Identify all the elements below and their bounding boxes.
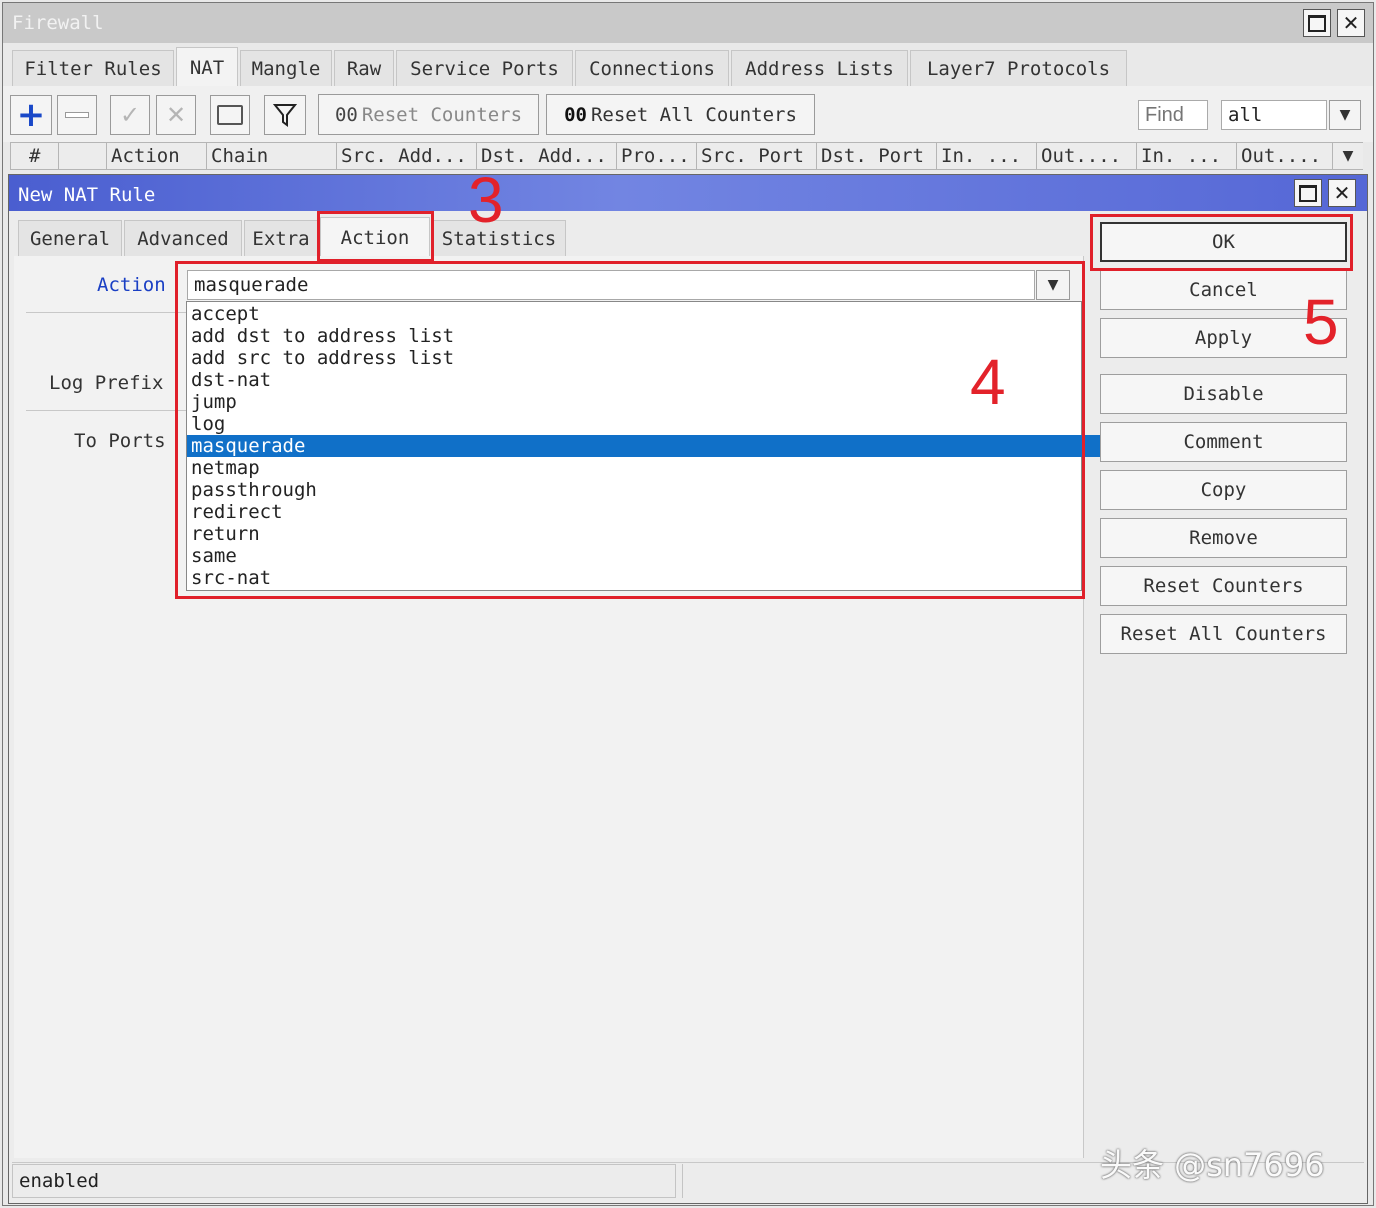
dialog-title-bar	[9, 175, 1367, 211]
comment-button[interactable]	[210, 95, 250, 135]
window-title: Firewall	[12, 12, 104, 34]
tab-nat[interactable]: NAT	[176, 47, 238, 87]
counter-icon: 00	[334, 103, 358, 126]
window-title-bar	[3, 3, 1373, 43]
remove-rule-button[interactable]: Remove	[1100, 518, 1347, 558]
counter-all-icon: 00	[564, 103, 587, 126]
note-icon	[217, 105, 243, 125]
disable-rule-button[interactable]: Disable	[1100, 374, 1347, 414]
column-header-src-port[interactable]: Src. Port	[697, 142, 817, 170]
dialog-tab-advanced[interactable]: Advanced	[124, 220, 242, 256]
plus-icon: +	[16, 95, 46, 135]
watermark: 头条 @sn7696	[1100, 1146, 1325, 1184]
enable-button[interactable]: ✓	[110, 95, 150, 135]
tab-raw[interactable]: Raw	[334, 50, 394, 86]
step4-highlight	[175, 261, 1085, 599]
column-header-dst-port[interactable]: Dst. Port	[817, 142, 937, 170]
maximize-icon	[1308, 14, 1326, 32]
tab-filter-rules[interactable]: Filter Rules	[12, 50, 174, 86]
remove-button[interactable]	[57, 95, 97, 135]
status-text: enabled	[19, 1170, 100, 1192]
column-header-in-interface-list[interactable]: In. ...	[1137, 142, 1237, 170]
disable-x-icon: ✕	[165, 101, 187, 129]
column-header-blank[interactable]	[59, 142, 107, 170]
step5-highlight	[1090, 214, 1353, 271]
column-header-chain[interactable]: Chain	[207, 142, 337, 170]
log-prefix-label: Log Prefix	[49, 372, 164, 394]
dropdown-arrow-icon: ▼	[1339, 107, 1351, 123]
tab-connections[interactable]: Connections	[575, 50, 729, 86]
dialog-maximize-icon	[1299, 184, 1317, 202]
reset-rule-counters-button[interactable]: Reset Counters	[1100, 566, 1347, 606]
section-divider-2	[26, 410, 186, 411]
dialog-close-button[interactable]: ✕	[1328, 179, 1356, 207]
tab-service-ports[interactable]: Service Ports	[396, 50, 573, 86]
status-field: enabled	[12, 1164, 676, 1198]
step4-number: 4	[970, 346, 1006, 418]
copy-button[interactable]: Copy	[1100, 470, 1347, 510]
close-button[interactable]: ✕	[1337, 9, 1365, 37]
find-input[interactable]	[1138, 100, 1208, 130]
columns-menu-button[interactable]: ▼	[1333, 143, 1363, 169]
action-label: Action	[97, 274, 166, 296]
dialog-title: New NAT Rule	[18, 184, 156, 206]
column-header-number[interactable]: #	[11, 142, 59, 170]
column-header-out-interface[interactable]: Out....	[1037, 142, 1137, 170]
dialog-maximize-button[interactable]	[1294, 179, 1322, 207]
tab-address-lists[interactable]: Address Lists	[731, 50, 908, 86]
filter-dropdown-button[interactable]: ▼	[1329, 100, 1361, 130]
comment-rule-button[interactable]: Comment	[1100, 422, 1347, 462]
tab-mangle[interactable]: Mangle	[240, 50, 332, 86]
disable-button[interactable]: ✕	[156, 95, 196, 135]
maximize-button[interactable]	[1303, 9, 1331, 37]
column-header-action[interactable]: Action	[107, 142, 207, 170]
to-ports-label: To Ports	[74, 430, 166, 452]
dialog-tab-extra[interactable]: Extra	[244, 220, 318, 256]
reset-all-counters-button[interactable]: 00 Reset All Counters	[546, 94, 815, 135]
column-header-in-interface[interactable]: In. ...	[937, 142, 1037, 170]
step3-highlight	[317, 211, 434, 262]
filter-button[interactable]	[264, 95, 306, 135]
chevron-down-icon: ▼	[1342, 148, 1354, 164]
reset-counters-button[interactable]: 00 Reset Counters	[318, 94, 539, 135]
tab-layer7-protocols[interactable]: Layer7 Protocols	[910, 50, 1127, 86]
section-divider-1	[26, 312, 186, 313]
add-button[interactable]: +	[10, 95, 52, 135]
step5-number: 5	[1303, 286, 1339, 358]
close-icon: ✕	[1342, 11, 1360, 35]
filter-icon	[273, 104, 297, 127]
reset-all-rule-counters-button[interactable]: Reset All Counters	[1100, 614, 1347, 654]
dialog-tab-general[interactable]: General	[18, 220, 122, 256]
check-icon: ✓	[119, 101, 141, 129]
filter-select[interactable]: all	[1221, 100, 1327, 130]
column-header-src-address[interactable]: Src. Add...	[337, 142, 477, 170]
column-header-out-interface-list[interactable]: Out....	[1237, 142, 1333, 170]
step3-number: 3	[468, 164, 504, 236]
dialog-close-icon: ✕	[1333, 181, 1351, 205]
minus-icon	[65, 112, 89, 118]
column-header-protocol[interactable]: Pro...	[617, 142, 697, 170]
